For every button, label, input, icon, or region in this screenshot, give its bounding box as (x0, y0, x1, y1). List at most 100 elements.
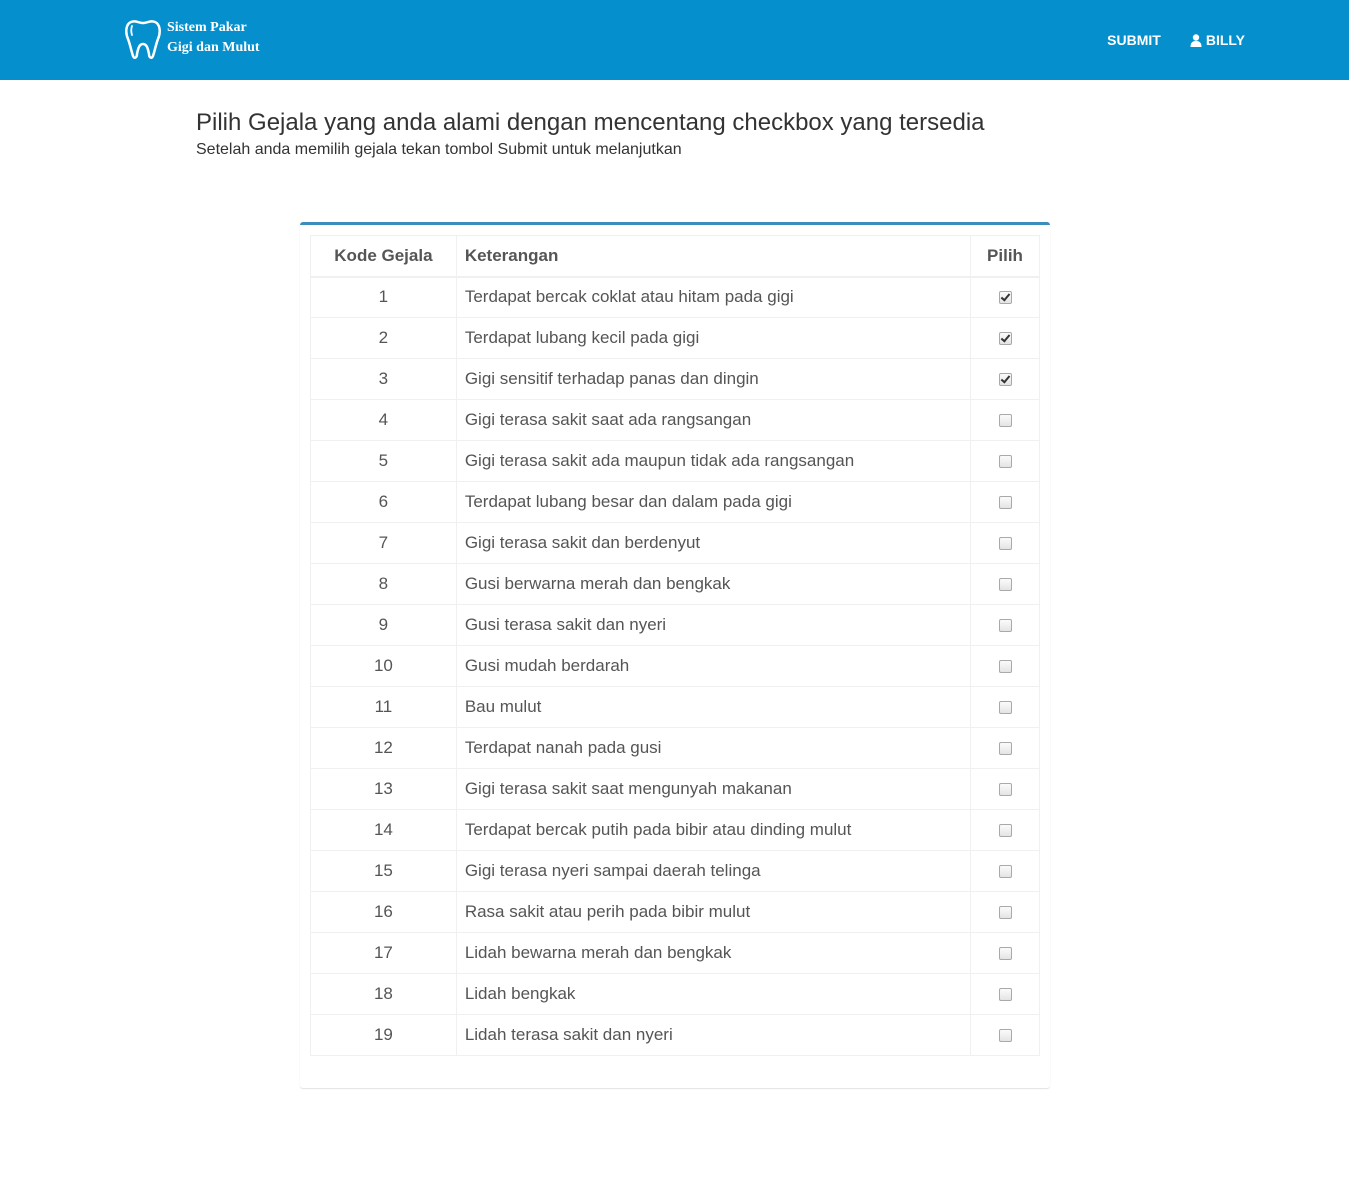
symptom-checkbox[interactable] (998, 537, 1012, 551)
pilih-cell (970, 317, 1040, 359)
table-row: 10 Gusi mudah berdarah (310, 645, 1040, 687)
header-pilih: Pilih (970, 235, 1040, 278)
kode-gejala-cell: 13 (310, 768, 457, 810)
table-row: 11 Bau mulut (310, 686, 1040, 728)
kode-gejala-cell: 2 (310, 317, 457, 359)
symptom-checkbox[interactable] (998, 701, 1012, 715)
page-title: Pilih Gejala yang anda alami dengan menc… (196, 109, 985, 136)
table-row: 17 Lidah bewarna merah dan bengkak (310, 932, 1040, 974)
kode-gejala-cell: 16 (310, 891, 457, 933)
tooth-icon (125, 20, 161, 59)
symptom-checkbox[interactable] (998, 332, 1012, 346)
pilih-cell (970, 604, 1040, 646)
symptom-checkbox[interactable] (998, 291, 1012, 305)
brand-line-1: Sistem Pakar (167, 20, 247, 35)
table-header-row: Kode Gejala Keterangan Pilih (310, 235, 1040, 278)
kode-gejala-cell: 14 (310, 809, 457, 851)
submit-link[interactable]: SUBMIT (1107, 30, 1161, 50)
keterangan-cell: Gigi terasa sakit saat mengunyah makanan (455, 768, 972, 810)
pilih-cell (970, 686, 1040, 728)
pilih-cell (970, 727, 1040, 769)
pilih-cell (970, 932, 1040, 974)
pilih-cell (970, 481, 1040, 523)
keterangan-cell: Gigi terasa sakit ada maupun tidak ada r… (455, 440, 972, 482)
table-row: 3 Gigi sensitif terhadap panas dan dingin (310, 358, 1040, 400)
pilih-cell (970, 809, 1040, 851)
kode-gejala-cell: 12 (310, 727, 457, 769)
pilih-cell (970, 645, 1040, 687)
table-row: 7 Gigi terasa sakit dan berdenyut (310, 522, 1040, 564)
symptom-checkbox[interactable] (998, 906, 1012, 920)
pilih-cell (970, 440, 1040, 482)
symptom-checkbox[interactable] (998, 619, 1012, 633)
symptom-checkbox[interactable] (998, 742, 1012, 756)
pilih-cell (970, 358, 1040, 400)
keterangan-cell: Terdapat lubang besar dan dalam pada gig… (455, 481, 972, 523)
keterangan-cell: Lidah terasa sakit dan nyeri (455, 1014, 972, 1056)
symptom-checkbox[interactable] (998, 783, 1012, 797)
table-row: 5 Gigi terasa sakit ada maupun tidak ada … (310, 440, 1040, 482)
pilih-cell (970, 1014, 1040, 1056)
table-row: 6 Terdapat lubang besar dan dalam pada gi… (310, 481, 1040, 523)
page-heading: Pilih Gejala yang anda alami dengan menc… (196, 108, 985, 161)
kode-gejala-cell: 11 (310, 686, 457, 728)
pilih-cell (970, 563, 1040, 605)
keterangan-cell: Terdapat lubang kecil pada gigi (455, 317, 972, 359)
pilih-cell (970, 973, 1040, 1015)
pilih-cell (970, 891, 1040, 933)
keterangan-cell: Lidah bengkak (455, 973, 972, 1015)
table-row: 18 Lidah bengkak (310, 973, 1040, 1015)
keterangan-cell: Terdapat bercak coklat atau hitam pada g… (455, 276, 972, 318)
table-row: 19 Lidah terasa sakit dan nyeri (310, 1014, 1040, 1056)
symptom-panel: Kode Gejala Keterangan Pilih 1 Terdapat b… (300, 222, 1050, 1088)
kode-gejala-cell: 4 (310, 399, 457, 441)
symptom-checkbox[interactable] (998, 1029, 1012, 1043)
kode-gejala-cell: 3 (310, 358, 457, 400)
keterangan-cell: Rasa sakit atau perih pada bibir mulut (455, 891, 972, 933)
user-menu-link[interactable]: BILLY (1190, 30, 1245, 50)
symptom-table-body: 1 Terdapat bercak coklat atau hitam pada … (310, 276, 1040, 1056)
top-navbar: Sistem Pakar Gigi dan Mulut SUBMIT BILLY (0, 0, 1349, 80)
keterangan-cell: Gigi terasa sakit saat ada rangsangan (455, 399, 972, 441)
kode-gejala-cell: 19 (310, 1014, 457, 1056)
symptom-checkbox[interactable] (998, 988, 1012, 1002)
symptom-checkbox[interactable] (998, 455, 1012, 469)
symptom-checkbox[interactable] (998, 865, 1012, 879)
keterangan-cell: Bau mulut (455, 686, 972, 728)
keterangan-cell: Gusi terasa sakit dan nyeri (455, 604, 972, 646)
brand-link[interactable]: Sistem Pakar Gigi dan Mulut (123, 16, 260, 60)
pilih-cell (970, 768, 1040, 810)
symptom-checkbox[interactable] (998, 373, 1012, 387)
brand-title: Sistem Pakar Gigi dan Mulut (167, 18, 260, 58)
table-row: 12 Terdapat nanah pada gusi (310, 727, 1040, 769)
pilih-cell (970, 276, 1040, 318)
table-row: 4 Gigi terasa sakit saat ada rangsangan (310, 399, 1040, 441)
keterangan-cell: Lidah bewarna merah dan bengkak (455, 932, 972, 974)
kode-gejala-cell: 15 (310, 850, 457, 892)
table-row: 9 Gusi terasa sakit dan nyeri (310, 604, 1040, 646)
kode-gejala-cell: 7 (310, 522, 457, 564)
kode-gejala-cell: 10 (310, 645, 457, 687)
user-name: BILLY (1205, 32, 1245, 48)
symptom-checkbox[interactable] (998, 578, 1012, 592)
symptom-checkbox[interactable] (998, 414, 1012, 428)
page-subtitle: Setelah anda memilih gejala tekan tombol… (196, 141, 682, 158)
kode-gejala-cell: 9 (310, 604, 457, 646)
table-row: 16 Rasa sakit atau perih pada bibir mulut (310, 891, 1040, 933)
symptom-checkbox[interactable] (998, 660, 1012, 674)
kode-gejala-cell: 17 (310, 932, 457, 974)
table-row: 15 Gigi terasa nyeri sampai daerah teling… (310, 850, 1040, 892)
brand-line-2: Gigi dan Mulut (167, 40, 260, 55)
kode-gejala-cell: 8 (310, 563, 457, 605)
table-row: 2 Terdapat lubang kecil pada gigi (310, 317, 1040, 359)
submit-label: SUBMIT (1107, 32, 1161, 48)
kode-gejala-cell: 18 (310, 973, 457, 1015)
keterangan-cell: Terdapat nanah pada gusi (455, 727, 972, 769)
table-row: 13 Gigi terasa sakit saat mengunyah makan… (310, 768, 1040, 810)
symptom-checkbox[interactable] (998, 496, 1012, 510)
symptom-checkbox[interactable] (998, 947, 1012, 961)
table-row: 1 Terdapat bercak coklat atau hitam pada … (310, 276, 1040, 318)
pilih-cell (970, 399, 1040, 441)
kode-gejala-cell: 1 (310, 276, 457, 318)
symptom-checkbox[interactable] (998, 824, 1012, 838)
